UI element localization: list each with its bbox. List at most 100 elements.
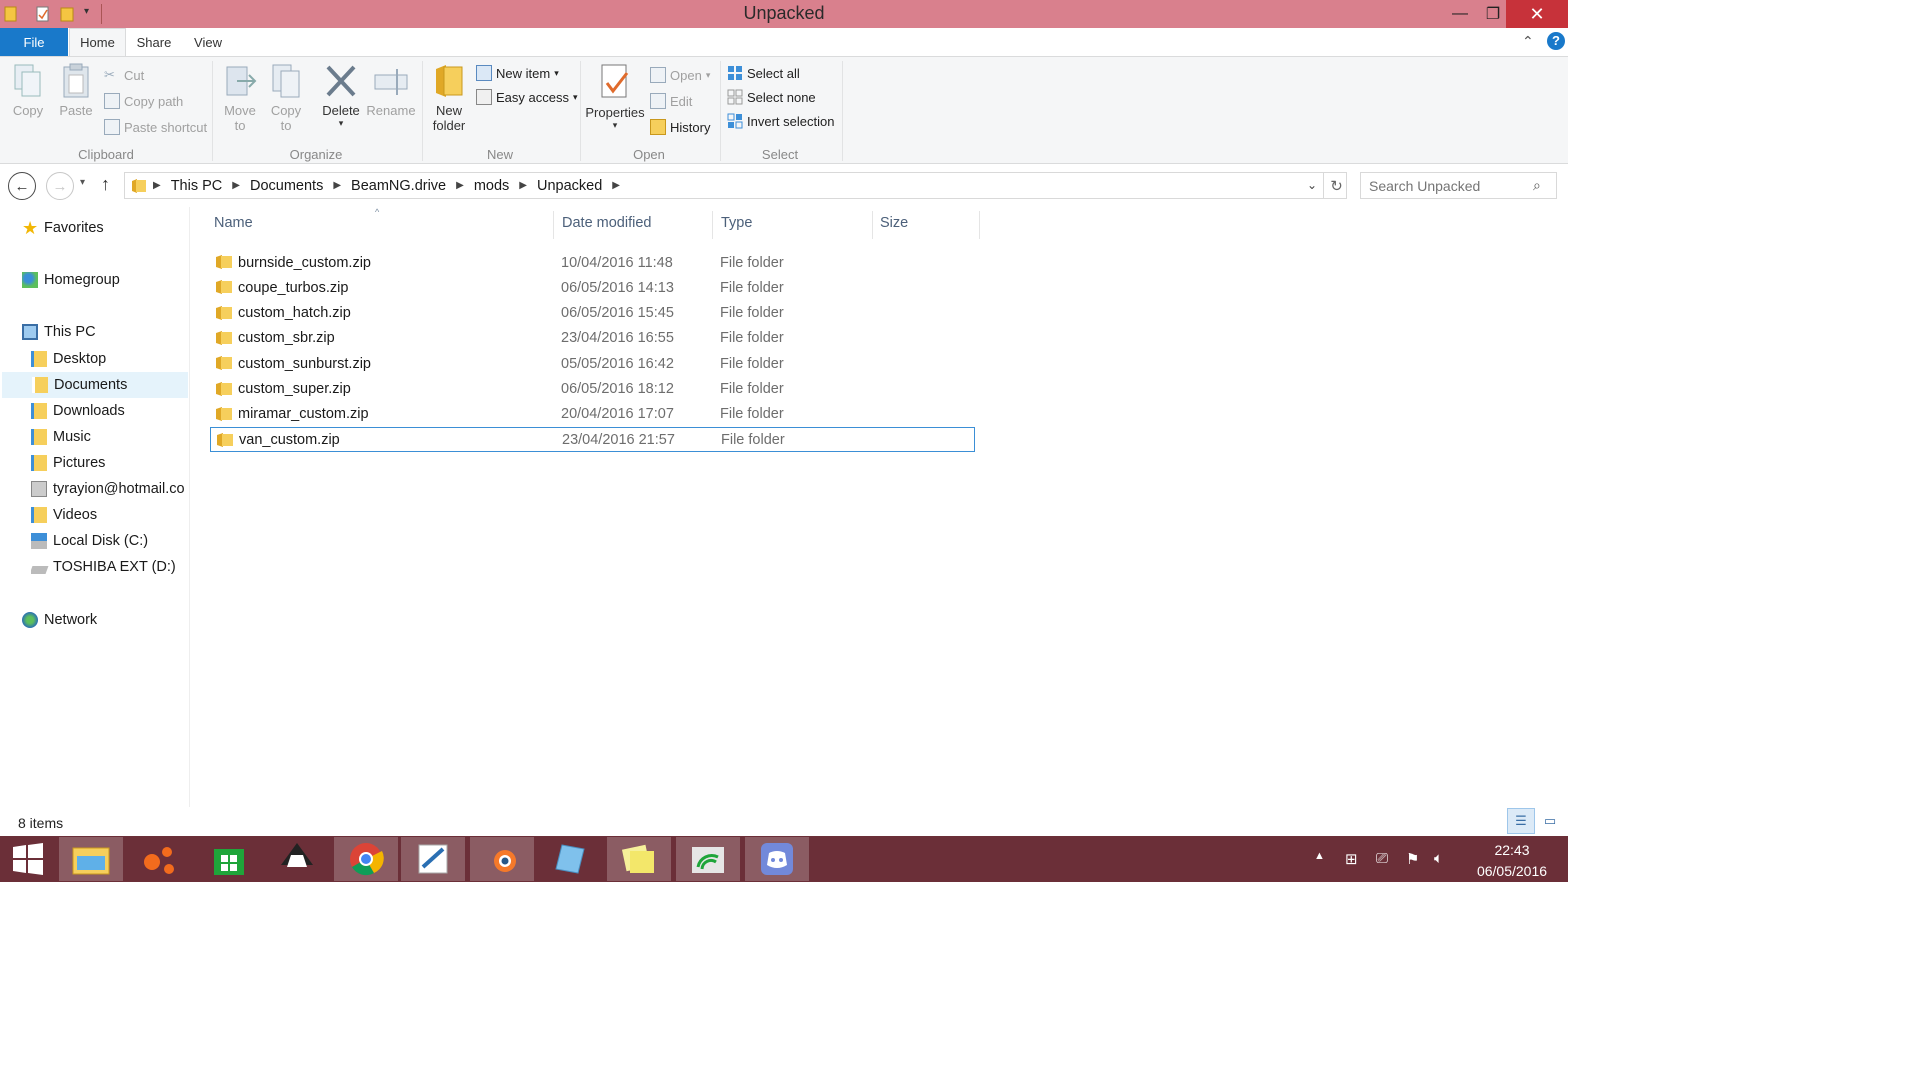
file-list[interactable]: ^ Name Date modified Type Size burnside_… [190, 207, 1568, 807]
select-group-label: Select [761, 147, 799, 162]
sidebar-item-videos[interactable]: Videos [31, 503, 97, 527]
select-none-button[interactable]: Select none [727, 87, 816, 107]
large-icons-view-button[interactable]: ▭ [1537, 808, 1563, 834]
address-dropdown-icon[interactable]: ⌄ [1307, 178, 1317, 192]
sidebar-item-network[interactable]: Network [22, 608, 97, 632]
title-bar[interactable]: ▾ Unpacked — ❐ ✕ [0, 0, 1568, 28]
cut-button[interactable]: ✂ Cut [104, 65, 144, 85]
new-item-button[interactable]: New item ▾ [476, 63, 559, 83]
sidebar-item-external-drive[interactable]: TOSHIBA EXT (D:) [31, 555, 176, 579]
clock-time[interactable]: 22:43 [1484, 842, 1540, 858]
file-row[interactable]: custom_hatch.zip 06/05/2016 15:45 File fol… [210, 301, 975, 326]
help-icon[interactable]: ? [1547, 32, 1565, 50]
tab-home[interactable]: Home [69, 28, 126, 56]
taskbar-app-discord[interactable] [745, 837, 809, 881]
up-arrow-icon[interactable]: ↑ [101, 174, 110, 195]
file-row[interactable]: custom_sunburst.zip 05/05/2016 16:42 File … [210, 351, 975, 376]
breadcrumb-unpacked[interactable]: Unpacked [537, 178, 602, 194]
file-row[interactable]: miramar_custom.zip 20/04/2016 17:07 File f… [210, 402, 975, 427]
taskbar-app-wifi-manager[interactable] [676, 837, 740, 881]
back-button[interactable]: ← [8, 172, 36, 200]
volume-icon[interactable]: 🔈︎ [1434, 850, 1443, 867]
start-button[interactable] [0, 837, 56, 881]
column-header-name[interactable]: Name [214, 215, 253, 235]
copy-to-button[interactable]: Copy to [266, 59, 306, 133]
open-button[interactable]: Open ▾ [650, 65, 710, 85]
sidebar-item-homegroup[interactable]: Homegroup [22, 268, 120, 292]
breadcrumb-documents[interactable]: Documents [250, 178, 323, 194]
properties-button[interactable]: Properties ▾ [584, 59, 646, 131]
easy-access-button[interactable]: Easy access ▾ [476, 87, 578, 107]
forward-button[interactable]: → [46, 172, 74, 200]
paste-button[interactable]: Paste [56, 59, 96, 118]
history-button[interactable]: History [650, 117, 710, 137]
search-icon[interactable]: ⌕ [1533, 177, 1541, 194]
file-row[interactable]: custom_sbr.zip 23/04/2016 16:55 File folde… [210, 326, 975, 351]
tab-share[interactable]: Share [128, 28, 180, 56]
downloads-folder-icon [31, 403, 47, 419]
paste-shortcut-button[interactable]: Paste shortcut [104, 117, 207, 137]
taskbar-app-store[interactable] [197, 837, 261, 881]
file-row[interactable]: custom_super.zip 06/05/2016 18:12 File fol… [210, 377, 975, 402]
network-tray-icon[interactable]: ⎚ [1376, 850, 1388, 867]
column-header-date[interactable]: Date modified [562, 215, 651, 235]
breadcrumb-separator-icon[interactable]: ▶ [519, 180, 527, 191]
taskbar-app-inkscape[interactable] [265, 837, 329, 881]
file-row[interactable]: coupe_turbos.zip 06/05/2016 14:13 File fol… [210, 275, 975, 300]
file-type: File folder [720, 355, 784, 372]
flag-icon[interactable]: ⚑ [1406, 850, 1419, 868]
sidebar-item-desktop[interactable]: Desktop [31, 347, 106, 371]
breadcrumb-separator-icon[interactable]: ▶ [333, 180, 341, 191]
new-folder-button[interactable]: New folder [428, 59, 470, 133]
copy-button[interactable]: Copy [8, 59, 48, 118]
action-center-icon[interactable]: ⊞ [1345, 850, 1358, 868]
details-view-button[interactable]: ☰ [1507, 808, 1535, 834]
taskbar-app-blender[interactable] [470, 837, 534, 881]
breadcrumb-separator-icon[interactable]: ▶ [612, 180, 620, 191]
file-row[interactable]: van_custom.zip 23/04/2016 21:57 File folde… [210, 427, 975, 453]
sidebar-item-music[interactable]: Music [31, 425, 91, 449]
column-header-type[interactable]: Type [721, 215, 752, 235]
refresh-button[interactable]: ↻ [1323, 172, 1349, 199]
select-all-button[interactable]: Select all [727, 63, 800, 83]
edit-button[interactable]: Edit [650, 91, 692, 111]
address-bar[interactable]: ▶ This PC ▶ Documents ▶ BeamNG.drive ▶ m… [124, 172, 1347, 199]
breadcrumb-beamng[interactable]: BeamNG.drive [351, 178, 446, 194]
sidebar-item-this-pc[interactable]: This PC [22, 320, 96, 344]
properties-icon [601, 64, 629, 98]
taskbar-app-chrome[interactable] [334, 837, 398, 881]
delete-button[interactable]: Delete ▾ [318, 59, 364, 129]
breadcrumb-separator-icon[interactable]: ▶ [153, 180, 161, 191]
close-button[interactable]: ✕ [1506, 0, 1568, 28]
taskbar-app-origin[interactable] [128, 837, 192, 881]
show-hidden-icons-icon[interactable]: ▲ [1314, 850, 1325, 862]
invert-selection-button[interactable]: Invert selection [727, 111, 834, 131]
clock-date[interactable]: 06/05/2016 [1466, 863, 1558, 879]
breadcrumb-mods[interactable]: mods [474, 178, 509, 194]
column-header-size[interactable]: Size [880, 215, 908, 235]
sidebar-item-favorites[interactable]: ★ Favorites [22, 216, 104, 240]
move-to-button[interactable]: Move to [220, 59, 260, 133]
sidebar-item-pictures[interactable]: Pictures [31, 451, 105, 475]
refresh-icon: ↻ [1330, 177, 1343, 195]
sidebar-item-local-disk[interactable]: Local Disk (C:) [31, 529, 148, 553]
tab-view[interactable]: View [182, 28, 234, 56]
taskbar-app-paint[interactable] [401, 837, 465, 881]
taskbar-app-notepad[interactable] [538, 837, 602, 881]
taskbar-app-file-explorer[interactable] [59, 837, 123, 881]
sidebar-item-user[interactable]: tyrayion@hotmail.co [31, 477, 189, 501]
rename-button[interactable]: Rename [366, 59, 416, 118]
tab-file[interactable]: File [0, 28, 68, 56]
copy-path-button[interactable]: Copy path [104, 91, 183, 111]
file-row[interactable]: burnside_custom.zip 10/04/2016 11:48 File … [210, 250, 975, 275]
sidebar-item-downloads[interactable]: Downloads [31, 399, 125, 423]
sidebar-item-documents[interactable]: Documents [2, 372, 188, 398]
breadcrumb-separator-icon[interactable]: ▶ [232, 180, 240, 191]
breadcrumb-separator-icon[interactable]: ▶ [456, 180, 464, 191]
collapse-ribbon-icon[interactable]: ⌃ [1522, 33, 1534, 50]
search-input[interactable] [1360, 172, 1557, 199]
wifi-manager-icon [692, 847, 724, 873]
breadcrumb-this-pc[interactable]: This PC [171, 178, 223, 194]
taskbar-app-sticky-notes[interactable] [607, 837, 671, 881]
recent-locations-icon[interactable]: ▾ [80, 177, 85, 188]
